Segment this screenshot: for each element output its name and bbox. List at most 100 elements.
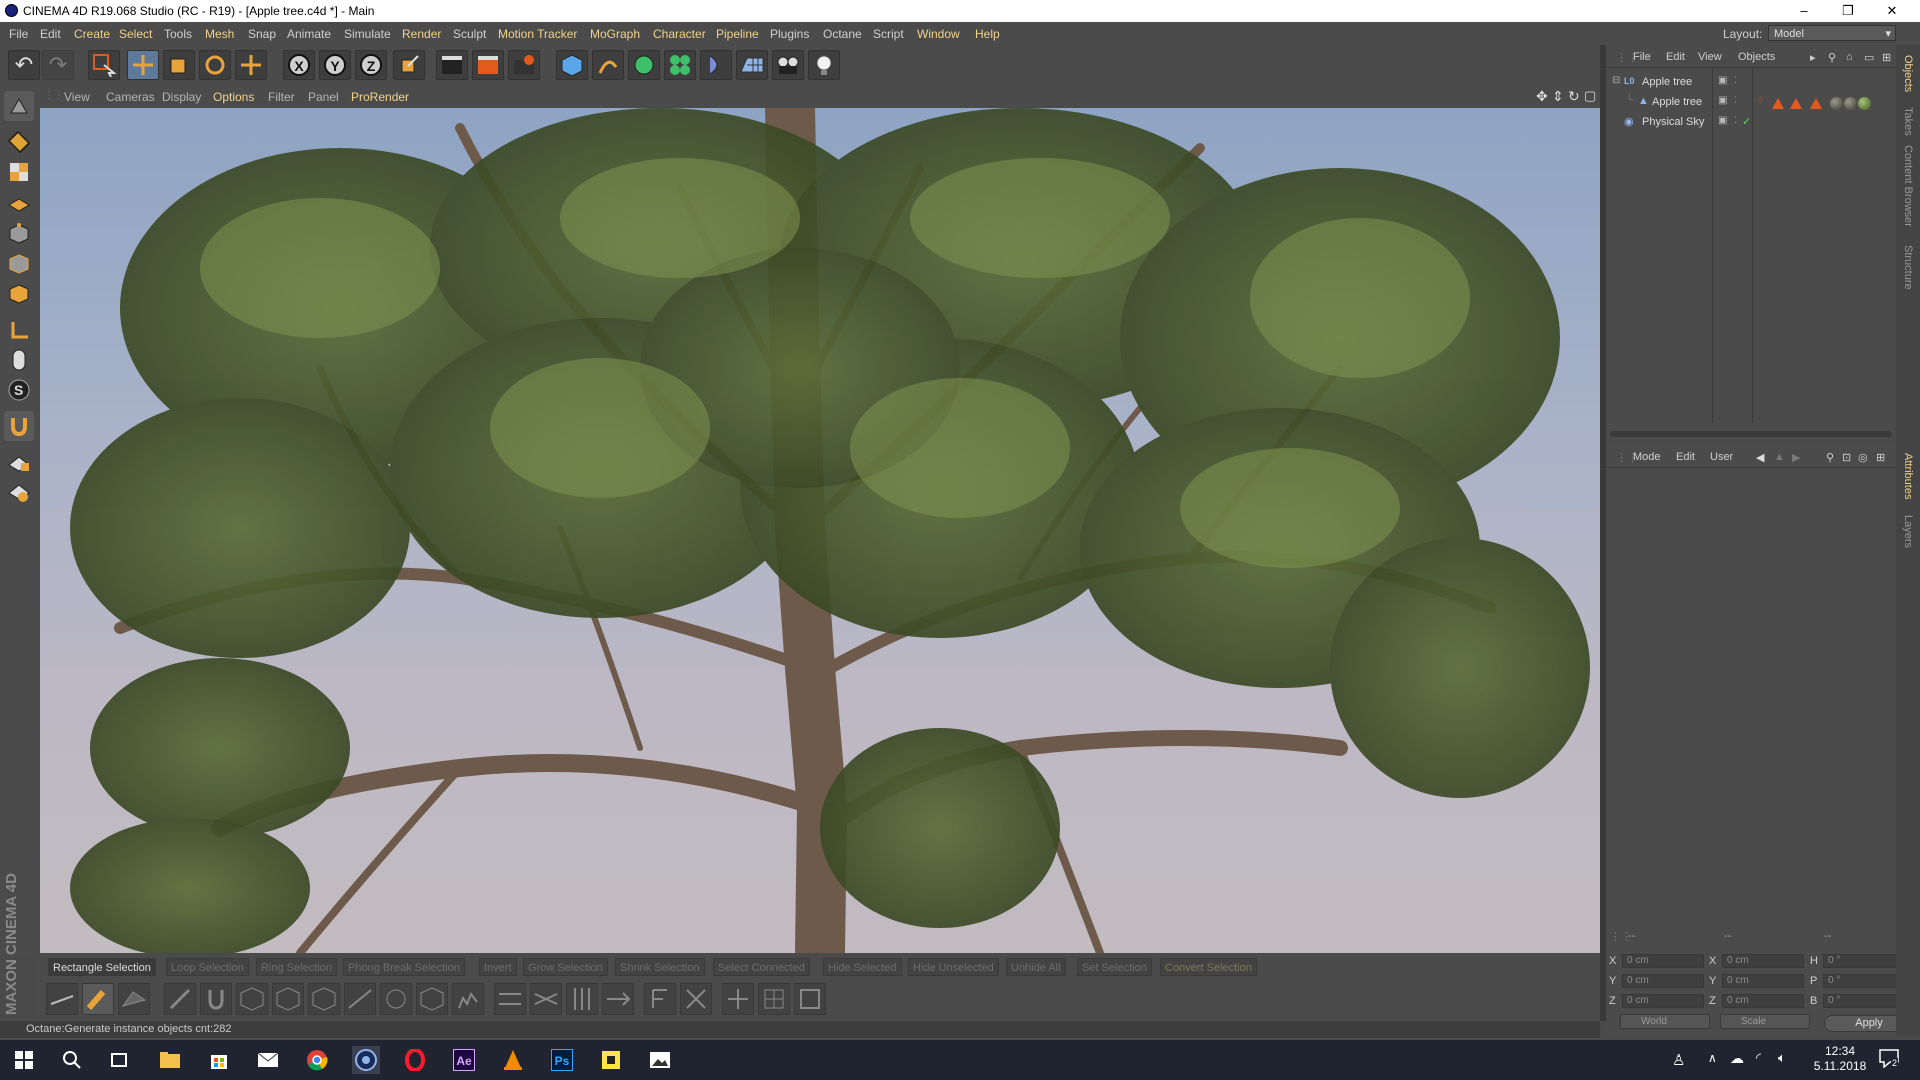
menu-motion-tracker[interactable]: Motion Tracker xyxy=(498,27,577,41)
chrome-button[interactable] xyxy=(303,1046,331,1074)
layout-select[interactable]: Model ▾ xyxy=(1768,25,1896,41)
menu-file[interactable]: File xyxy=(9,27,28,41)
hide-selected-button[interactable]: Hide Selected xyxy=(823,958,902,976)
lock-icon[interactable]: ⊡ xyxy=(1842,451,1851,464)
iron-button[interactable] xyxy=(416,983,448,1015)
menu-mograph[interactable]: MoGraph xyxy=(590,27,640,41)
menu-pipeline[interactable]: Pipeline xyxy=(716,27,759,41)
coordinate-space-select[interactable]: World xyxy=(1620,1014,1710,1029)
size-x-field[interactable]: 0 cm xyxy=(1722,954,1804,968)
minimize-button[interactable]: – xyxy=(1782,0,1826,22)
menu-octane[interactable]: Octane xyxy=(823,27,862,41)
rectangle-selection-button[interactable]: Rectangle Selection xyxy=(48,958,156,976)
shrink-selection-button[interactable]: Shrink Selection xyxy=(615,958,705,976)
phong-break-selection-button[interactable]: Phong Break Selection xyxy=(343,958,465,976)
slide-button[interactable] xyxy=(530,983,562,1015)
rotate-view-icon[interactable]: ↻ xyxy=(1568,88,1580,105)
action-center-button[interactable]: 2 xyxy=(1878,1048,1902,1072)
coordinate-system-button[interactable] xyxy=(393,50,425,80)
tab-objects[interactable]: Objects xyxy=(1902,55,1914,92)
restore-button[interactable]: ❐ xyxy=(1826,0,1870,22)
rot-h-field[interactable]: 0 ° xyxy=(1823,954,1905,968)
volume-icon[interactable]: 🔈︎ xyxy=(1778,1050,1786,1066)
knife-button[interactable] xyxy=(164,983,196,1015)
viewport-menu-prorender[interactable]: ProRender xyxy=(351,90,409,104)
store-button[interactable] xyxy=(205,1046,233,1074)
forward-arrow-icon[interactable]: ▶ xyxy=(1792,451,1800,464)
rot-p-field[interactable]: 0 ° xyxy=(1823,974,1905,988)
pos-x-field[interactable]: 0 cm xyxy=(1622,954,1704,968)
unhide-all-button[interactable]: Unhide All xyxy=(1006,958,1066,976)
menu-plugins[interactable]: Plugins xyxy=(770,27,809,41)
photos-button[interactable] xyxy=(646,1046,674,1074)
ring-selection-button[interactable]: Ring Selection xyxy=(256,958,337,976)
after-effects-button[interactable]: Ae xyxy=(450,1046,478,1074)
bridge-button[interactable] xyxy=(344,983,376,1015)
render-dots-icon[interactable]: ⁚ xyxy=(1734,75,1737,86)
octane-object-tag-icon[interactable] xyxy=(1772,98,1784,109)
search-button[interactable] xyxy=(58,1046,86,1074)
workplane-mode-button[interactable] xyxy=(4,187,34,217)
workplane-lock-button[interactable] xyxy=(4,447,34,477)
make-editable-button[interactable] xyxy=(4,91,34,121)
visibility-check-icon[interactable]: ▣ xyxy=(1718,95,1727,106)
magnet-button[interactable] xyxy=(4,411,34,441)
line-cut-button[interactable] xyxy=(46,983,78,1015)
object-menu-objects[interactable]: Objects xyxy=(1738,51,1775,63)
close-button[interactable]: ✕ xyxy=(1870,0,1914,22)
workplane-sync-button[interactable] xyxy=(4,477,34,507)
tweak-mode-button[interactable] xyxy=(4,345,34,375)
axis-mode-button[interactable] xyxy=(4,315,34,345)
material-tag-icon[interactable] xyxy=(1830,97,1843,110)
people-icon[interactable]: ♙ xyxy=(1672,1051,1685,1069)
object-row[interactable]: ⊟ L0 Apple tree ▣ ⁚ xyxy=(1606,75,1896,91)
tab-takes[interactable]: Takes xyxy=(1902,107,1914,136)
weld-button[interactable] xyxy=(452,983,484,1015)
tab-content-browser[interactable]: Content Browser xyxy=(1902,145,1914,227)
render-view-button[interactable] xyxy=(436,50,468,80)
object-row[interactable]: ◉ Physical Sky ▣ ⁚ ✓ xyxy=(1606,115,1896,131)
rotate-tool-button[interactable] xyxy=(199,50,231,80)
render-dots-icon[interactable]: ⁚ xyxy=(1734,95,1737,106)
object-manager-scrollbar[interactable] xyxy=(1610,431,1892,437)
search-icon[interactable]: ⚲ xyxy=(1828,51,1836,64)
set-selection-button[interactable]: Set Selection xyxy=(1077,958,1152,976)
menu-render[interactable]: Render xyxy=(402,27,441,41)
attribute-menu-edit[interactable]: Edit xyxy=(1676,451,1695,463)
invert-button[interactable]: Invert xyxy=(479,958,517,976)
menu-script[interactable]: Script xyxy=(873,27,904,41)
matrix-extrude-button[interactable] xyxy=(566,983,598,1015)
x-axis-button[interactable]: X xyxy=(283,50,315,80)
undo-button[interactable]: ↶ xyxy=(8,50,40,80)
hide-unselected-button[interactable]: Hide Unselected xyxy=(908,958,999,976)
scale-tool-button[interactable] xyxy=(163,50,195,80)
convert-selection-button[interactable]: Convert Selection xyxy=(1160,958,1257,976)
edges-mode-button[interactable] xyxy=(4,249,34,279)
optimize-button[interactable] xyxy=(794,983,826,1015)
back-arrow-icon[interactable]: ◀ xyxy=(1756,451,1764,464)
loop-selection-button[interactable]: Loop Selection xyxy=(166,958,249,976)
maximize-panel-icon[interactable]: ⊞ xyxy=(1882,51,1891,64)
viewport-menu-options[interactable]: Options xyxy=(213,90,254,104)
octane-tag-icon[interactable]: ⁘ xyxy=(1756,95,1764,106)
size-z-field[interactable]: 0 cm xyxy=(1722,994,1804,1008)
polygons-mode-button[interactable] xyxy=(4,279,34,309)
subdivision-button[interactable] xyxy=(628,50,660,80)
menu-tools[interactable]: Tools xyxy=(164,27,192,41)
smooth-button[interactable] xyxy=(380,983,412,1015)
render-dots-icon[interactable]: ⁚ xyxy=(1734,115,1737,126)
render-settings-button[interactable] xyxy=(508,50,540,80)
z-axis-button[interactable]: Z xyxy=(355,50,387,80)
camera-button[interactable] xyxy=(772,50,804,80)
texture-mode-button[interactable] xyxy=(4,157,34,187)
tab-attributes[interactable]: Attributes xyxy=(1902,453,1914,499)
3d-viewport[interactable] xyxy=(40,108,1600,953)
clock[interactable]: 12:34 5.11.2018 xyxy=(1810,1044,1870,1074)
subdivide-button[interactable] xyxy=(758,983,790,1015)
brush-button[interactable] xyxy=(82,983,114,1015)
tab-structure[interactable]: Structure xyxy=(1902,245,1914,290)
magnet-tool-button[interactable] xyxy=(200,983,232,1015)
menu-edit[interactable]: Edit xyxy=(40,27,61,41)
object-menu-view[interactable]: View xyxy=(1698,51,1722,63)
menu-window[interactable]: Window xyxy=(917,27,960,41)
